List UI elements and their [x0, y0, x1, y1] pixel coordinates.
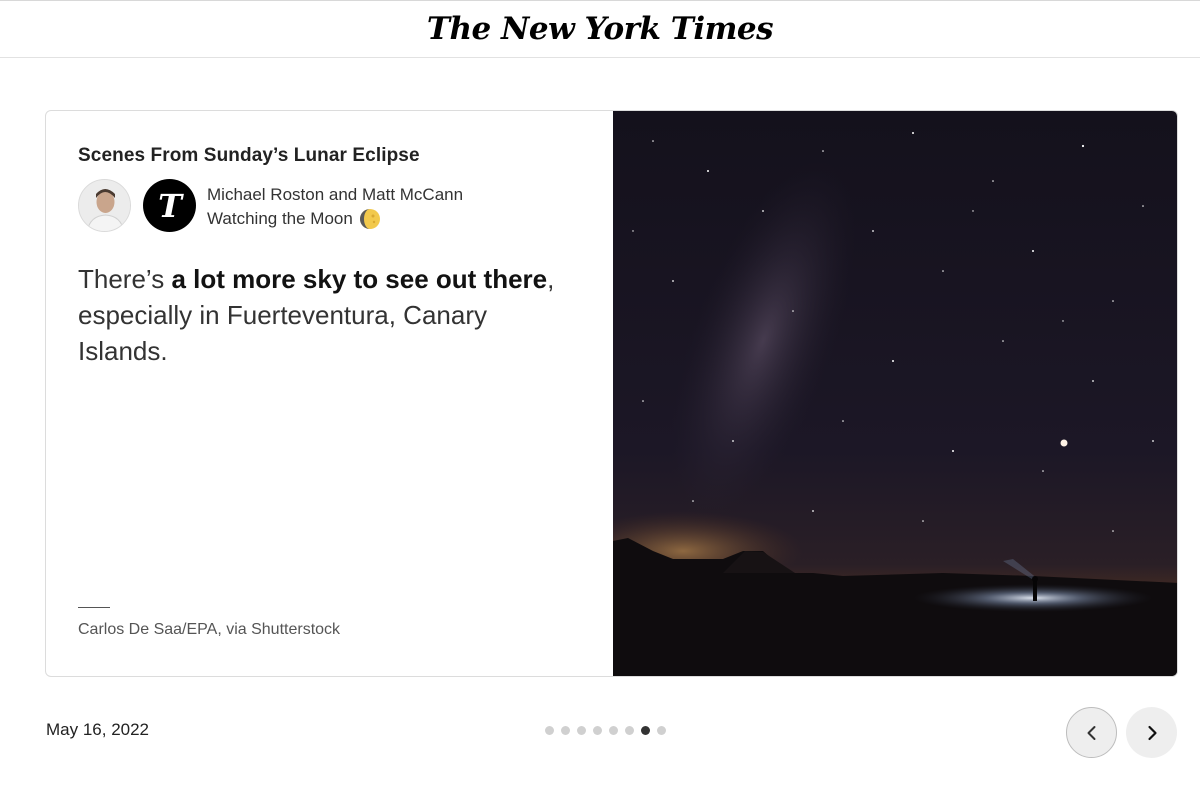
- byline: Michael Roston and Matt McCann Watching …: [207, 183, 463, 231]
- author-avatar: [78, 179, 131, 232]
- pagination-dot[interactable]: [657, 726, 666, 735]
- photo-credit: Carlos De Saa/EPA, via Shutterstock: [78, 621, 341, 638]
- author-photo-icon: [79, 180, 130, 231]
- pagination-dot[interactable]: [609, 726, 618, 735]
- story-photo: [563, 111, 1177, 676]
- story-date: May 16, 2022: [46, 720, 150, 739]
- pagination-dot[interactable]: [641, 726, 650, 735]
- story-text-panel: Scenes From Sunday’s Lunar Eclipse T Mic…: [46, 111, 613, 676]
- person-silhouette: [1033, 581, 1037, 601]
- pagination-dot[interactable]: [545, 726, 554, 735]
- pagination-dot[interactable]: [625, 726, 634, 735]
- pagination-dot[interactable]: [577, 726, 586, 735]
- byline-authors[interactable]: Michael Roston and Matt McCann: [207, 183, 463, 207]
- body-bold: a lot more sky to see out there: [171, 264, 548, 294]
- carousel-pagination: [545, 726, 666, 735]
- nyt-t-logo-icon: T: [143, 179, 196, 232]
- byline-subtitle: Watching the Moon: [207, 207, 463, 231]
- moon-emoji-icon: [359, 209, 380, 229]
- story-title[interactable]: Scenes From Sunday’s Lunar Eclipse: [78, 145, 420, 167]
- body-lead: There’s: [78, 264, 172, 294]
- next-button[interactable]: [1126, 707, 1177, 758]
- planet-mars: [1060, 439, 1068, 447]
- night-sky-photo: [563, 111, 1177, 676]
- top-bar: The New York Times: [0, 0, 1200, 58]
- svg-text:T: T: [158, 188, 184, 224]
- byline-subtitle-text: Watching the Moon: [207, 209, 353, 228]
- pagination-dot[interactable]: [561, 726, 570, 735]
- story-body: There’s a lot more sky to see out there,…: [78, 261, 578, 369]
- credit-divider: [78, 607, 110, 608]
- chevron-right-icon: [1147, 725, 1157, 740]
- previous-button[interactable]: [1066, 707, 1117, 758]
- chevron-left-icon: [1087, 725, 1095, 740]
- masthead-logo[interactable]: The New York Times: [427, 11, 774, 47]
- story-card: Scenes From Sunday’s Lunar Eclipse T Mic…: [45, 110, 1178, 677]
- pagination-dot[interactable]: [593, 726, 602, 735]
